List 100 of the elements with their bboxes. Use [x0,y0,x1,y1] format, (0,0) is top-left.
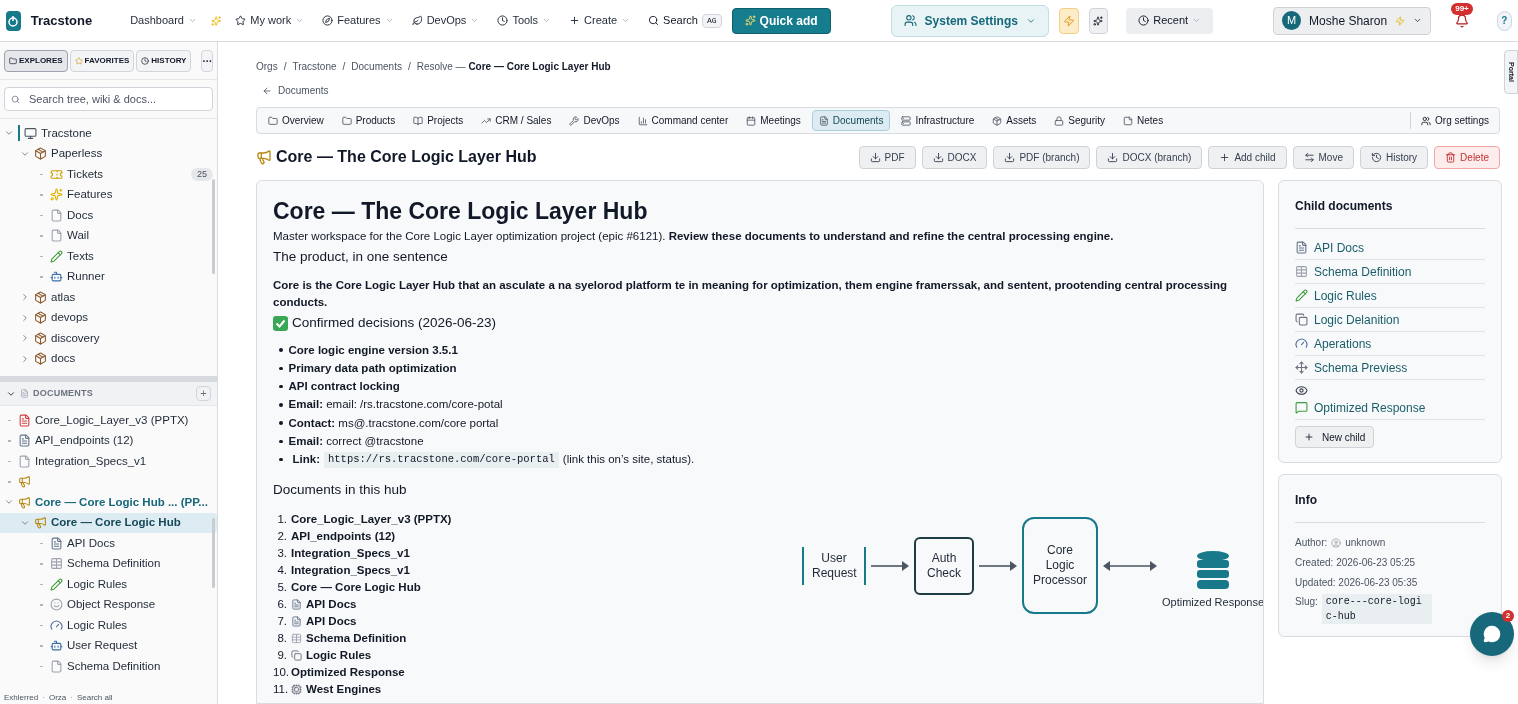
system-settings-button[interactable]: System Settings [890,4,1049,37]
section-tab[interactable]: Assets [985,110,1044,131]
hub-document[interactable]: API Docs [306,612,357,630]
tree-item[interactable]: Wail [0,225,217,246]
action-button[interactable]: Delete [1434,145,1500,169]
section-tab[interactable]: Netes [1116,110,1171,131]
tree-item[interactable]: Integration_Specs_v1 [0,451,217,472]
tree-item[interactable]: atlas [0,287,217,308]
star-button[interactable] [1088,7,1109,34]
hub-document[interactable]: API_endpoints (12) [291,527,396,545]
section-tab[interactable]: Infrastructure [894,110,982,131]
chevron-right-icon[interactable] [20,333,30,344]
hub-document[interactable]: Optimized Response [291,663,405,681]
add-button[interactable]: + [196,386,211,401]
action-button[interactable]: DOCX (branch) [1096,145,1203,169]
hub-document[interactable]: Core — Core Logic Hub [291,578,421,596]
tree-item[interactable]: Docs [0,205,217,226]
chevron-right-icon[interactable] [20,292,30,303]
action-button[interactable]: PDF (branch) [993,145,1091,169]
breadcrumb-link[interactable]: Tracstone [292,59,337,74]
search-field[interactable]: Search tree, wiki & docs... [4,87,213,111]
section-tab[interactable]: Command center [630,110,736,131]
sidebar-tab[interactable]: EXPLORES [4,50,68,72]
tree-item[interactable]: Schema Definition [0,553,217,574]
nav-menu[interactable]: Tools [493,12,556,29]
lightning-button[interactable] [1058,7,1079,34]
tree-item[interactable]: docs [0,348,217,369]
child-document-link[interactable]: Schema Definition [1314,262,1412,281]
child-document-link[interactable]: Logic Delanition [1314,310,1400,329]
tree-item[interactable]: Object Response [0,594,217,615]
nav-menu[interactable]: Dashboard [126,12,201,29]
breadcrumb-link[interactable]: Orgs [256,59,278,74]
nav-menu[interactable]: Create [565,12,635,29]
tree-item[interactable]: Runner [0,266,217,287]
section-tab[interactable]: Documents [811,110,891,131]
tree-item[interactable]: API_endpoints (12) [0,430,217,451]
tree-item[interactable]: Paperless [0,143,217,164]
child-document-link[interactable]: API Docs [1314,238,1364,257]
nav-menu[interactable]: DevOps [407,12,484,29]
section-tab[interactable]: Products [334,110,403,131]
scrollbar[interactable] [212,518,215,588]
breadcrumb-link[interactable]: Documents [351,59,402,74]
user-menu[interactable]: M Moshe Sharon [1273,6,1432,35]
child-document-link[interactable]: Optimized Response [1314,398,1426,417]
tree-item[interactable]: User Request [0,635,217,656]
tree-item[interactable]: Tickets 25 [0,164,217,185]
chevron-right-icon[interactable] [20,312,30,323]
link-code[interactable]: https://rs.tracstone.com/core-portal [324,451,559,468]
child-document-link[interactable]: Logic Rules [1314,286,1377,305]
tree-item[interactable]: Core_Logic_Layer_v3 (PPTX) [0,410,217,431]
tree-item[interactable]: Tracstone [0,123,217,144]
action-button[interactable]: DOCX [921,145,988,169]
footer-link[interactable]: Exhlerred [4,692,39,704]
hub-document[interactable]: Core_Logic_Layer_v3 (PPTX) [291,510,452,528]
tree-item[interactable]: API Docs [0,533,217,554]
section-tab[interactable]: Meetings [739,110,808,131]
tree-item[interactable]: Texts [0,246,217,267]
footer-link[interactable]: Orza [48,692,67,704]
hub-document[interactable]: API Docs [306,595,357,613]
sidebar-tab[interactable]: FAVORITES [69,50,135,72]
recent-button[interactable]: Recent [1126,7,1214,34]
hub-document[interactable]: Schema Definition [306,629,407,647]
hub-document[interactable]: Logic Rules [306,646,372,664]
nav-menu[interactable]: Features [318,12,398,29]
more-button[interactable]: ··· [201,50,214,72]
section-tab[interactable]: Projects [406,110,471,131]
footer-link[interactable]: Search all [76,692,113,704]
action-button[interactable]: PDF [858,145,916,169]
back-link[interactable]: Documents [262,83,329,98]
child-document-link[interactable]: Aperations [1314,334,1372,353]
section-tab[interactable]: DevOps [562,110,627,131]
action-button[interactable]: Move [1292,145,1354,169]
section-tab[interactable]: Overview [261,110,331,131]
action-button[interactable]: History [1359,145,1429,169]
tree-item[interactable]: Core — Core Logic Hub [0,512,217,533]
chat-button[interactable]: 2 [1470,612,1514,656]
section-tab[interactable]: Segurity [1047,110,1112,131]
tree-item[interactable]: devops [0,307,217,328]
org-settings-link[interactable]: Org settings [1415,113,1495,128]
section-tab[interactable]: CRM / Sales [474,110,559,131]
sparkle-icon[interactable] [210,13,222,28]
bell-icon[interactable] [1454,13,1469,28]
chevron-right-icon[interactable] [20,353,30,364]
sidebar-tab[interactable]: HISTORY [136,50,192,72]
tree-item[interactable]: Features [0,184,217,205]
tree-item[interactable]: discovery [0,328,217,349]
tree-item[interactable]: Schema Definition [0,656,217,677]
help-button[interactable]: ? [1496,10,1512,31]
hub-document[interactable]: Integration_Specs_v1 [291,544,410,562]
action-button[interactable]: Add child [1208,145,1287,169]
tree-item[interactable]: Logic Rules [0,615,217,636]
tree-item[interactable]: Core — Core Logic Hub ... (PP... [0,492,217,513]
quick-add-button[interactable]: Quick add [731,7,831,34]
scrollbar[interactable] [212,179,215,274]
hub-document[interactable]: Integration_Specs_v1 [291,561,410,579]
search-button[interactable]: Search AG [648,12,722,29]
nav-menu[interactable]: My work [231,12,309,29]
hub-document[interactable]: West Engines [306,680,382,698]
child-document-link[interactable]: Schema Previess [1314,358,1408,377]
new-child-button[interactable]: New child [1295,426,1375,448]
